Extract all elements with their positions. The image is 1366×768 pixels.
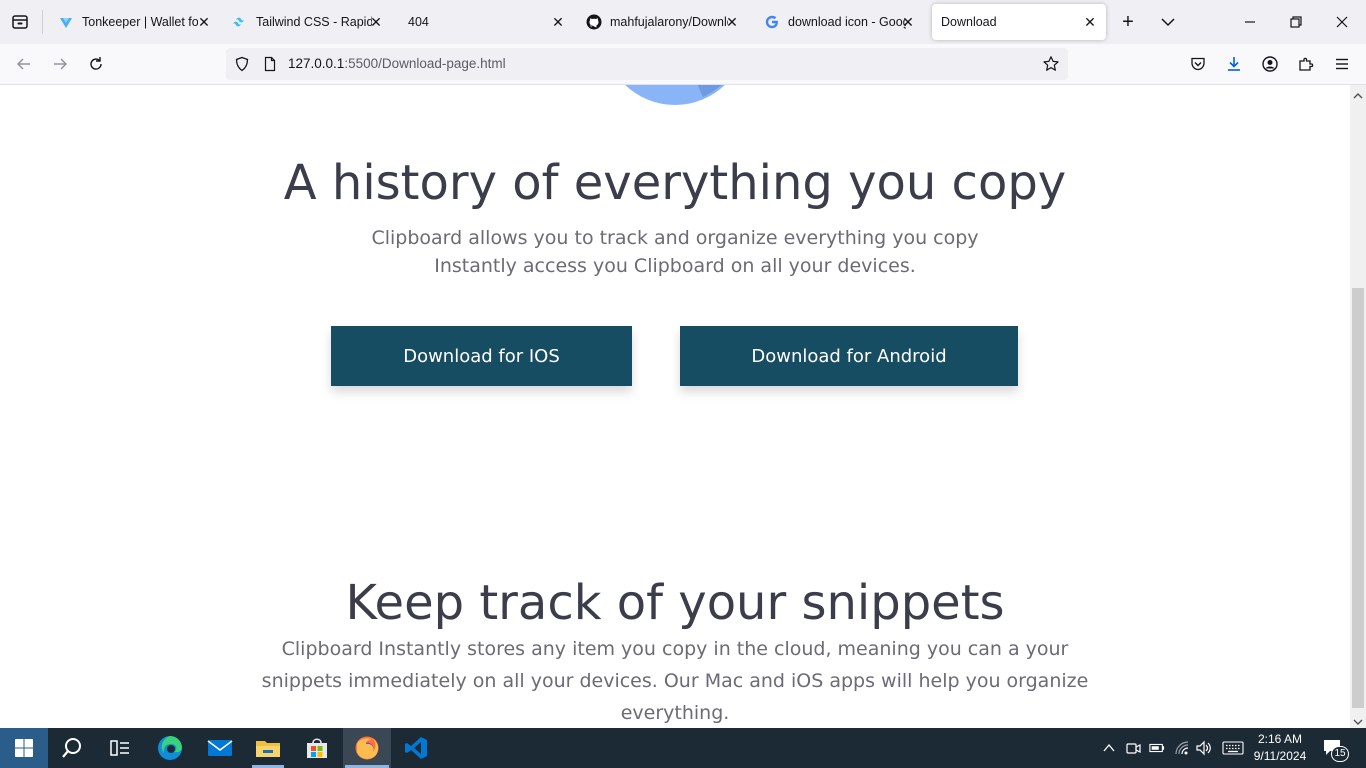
clock-date: 9/11/2024 xyxy=(1253,749,1307,763)
wifi-icon[interactable] xyxy=(1174,740,1190,756)
close-tab-icon[interactable]: ✕ xyxy=(900,14,916,30)
close-tab-icon[interactable]: ✕ xyxy=(724,14,740,30)
download-ios-button[interactable]: Download for IOS xyxy=(331,326,632,386)
page-viewport: A history of everything you copy Clipboa… xyxy=(0,85,1350,728)
scroll-up-icon[interactable] xyxy=(1353,88,1363,99)
tonkeeper-icon xyxy=(58,14,74,30)
store-icon[interactable] xyxy=(293,728,341,768)
google-icon xyxy=(764,14,780,30)
navigation-toolbar: 127.0.0.1:5500/Download-page.html xyxy=(0,44,1366,85)
vscode-icon[interactable] xyxy=(392,728,440,768)
tab-title: Download xyxy=(941,15,997,29)
downloads-icon[interactable] xyxy=(1222,52,1246,76)
file-explorer-icon[interactable] xyxy=(244,728,292,768)
restore-icon[interactable] xyxy=(1286,12,1306,32)
close-tab-icon[interactable]: ✕ xyxy=(1082,14,1098,30)
meet-now-icon[interactable] xyxy=(1125,740,1141,756)
close-window-icon[interactable] xyxy=(1332,12,1352,32)
start-windows-icon[interactable] xyxy=(0,728,48,768)
address-bar[interactable]: 127.0.0.1:5500/Download-page.html xyxy=(226,48,1068,80)
bookmark-star-icon[interactable] xyxy=(1042,55,1060,73)
tab-title: download icon - Googl xyxy=(788,15,906,29)
close-tab-icon[interactable]: ✕ xyxy=(368,14,384,30)
new-tab-icon[interactable]: + xyxy=(1118,11,1138,33)
pocket-icon[interactable] xyxy=(1186,52,1210,76)
notification-center-icon[interactable]: 15 xyxy=(1322,738,1350,762)
task-view-icon[interactable] xyxy=(96,728,144,768)
hamburger-menu-icon[interactable] xyxy=(1330,52,1354,76)
tab-title: Tonkeeper | Wallet for xyxy=(82,15,198,29)
tab-download-active[interactable]: Download ✕ xyxy=(932,4,1106,40)
firefox-view-icon[interactable] xyxy=(10,12,30,32)
windows-taskbar: 2:16 AM 9/11/2024 15 xyxy=(0,728,1366,768)
hero-illustration xyxy=(605,85,745,113)
notification-count-badge: 15 xyxy=(1331,746,1349,762)
tab-google[interactable]: download icon - Googl ✕ xyxy=(756,4,922,40)
show-hidden-icons-icon[interactable] xyxy=(1101,740,1117,756)
tab-title: mahfujalarony/Downlo xyxy=(610,15,728,29)
account-icon[interactable] xyxy=(1258,52,1282,76)
tab-tonkeeper[interactable]: Tonkeeper | Wallet for ✕ xyxy=(52,4,218,40)
scrollbar-thumb[interactable] xyxy=(1352,288,1364,708)
snippets-text-line1: Clipboard Instantly stores any item you … xyxy=(281,638,1069,660)
extensions-icon[interactable] xyxy=(1294,52,1318,76)
tailwind-icon xyxy=(232,14,248,30)
tab-strip: Tonkeeper | Wallet for ✕ Tailwind CSS - … xyxy=(0,0,1366,44)
shield-icon[interactable] xyxy=(234,56,250,72)
tab-github[interactable]: mahfujalarony/Downlo ✕ xyxy=(580,4,746,40)
back-icon[interactable] xyxy=(12,52,36,76)
close-tab-icon[interactable]: ✕ xyxy=(196,14,212,30)
keyboard-icon[interactable] xyxy=(1222,740,1244,756)
snippets-text-line2: snippets immediately on all your devices… xyxy=(261,670,1089,692)
history-subtext-line2: Instantly access you Clipboard on all yo… xyxy=(434,255,916,277)
snippets-heading: Keep track of your snippets xyxy=(345,575,1005,631)
tab-title: 404 xyxy=(408,15,429,29)
page-info-icon[interactable] xyxy=(262,56,278,72)
history-subtext-line1: Clipboard allows you to track and organi… xyxy=(371,227,979,249)
url-host: 127.0.0.1 xyxy=(288,56,345,71)
system-clock[interactable]: 2:16 AM 9/11/2024 xyxy=(1252,731,1308,765)
tab-separator xyxy=(42,10,43,34)
url-path: :5500/Download-page.html xyxy=(344,56,506,71)
forward-icon[interactable] xyxy=(48,52,72,76)
tab-404[interactable]: 404 ✕ xyxy=(398,4,572,40)
github-icon xyxy=(586,14,602,30)
tab-title: Tailwind CSS - Rapidly xyxy=(256,15,372,29)
history-heading: A history of everything you copy xyxy=(283,155,1067,211)
clock-time: 2:16 AM xyxy=(1257,732,1303,746)
list-all-tabs-icon[interactable] xyxy=(1158,12,1178,32)
volume-icon[interactable] xyxy=(1196,740,1212,756)
url-text[interactable]: 127.0.0.1:5500/Download-page.html xyxy=(288,56,506,71)
minimize-icon[interactable] xyxy=(1240,12,1260,32)
battery-icon[interactable] xyxy=(1149,740,1165,756)
reload-icon[interactable] xyxy=(84,52,108,76)
search-icon[interactable] xyxy=(48,728,96,768)
mail-icon[interactable] xyxy=(196,728,244,768)
firefox-icon[interactable] xyxy=(343,728,391,768)
snippets-text-line3: everything. xyxy=(620,702,730,724)
download-android-button[interactable]: Download for Android xyxy=(680,326,1018,386)
tab-tailwind[interactable]: Tailwind CSS - Rapidly ✕ xyxy=(224,4,390,40)
close-tab-icon[interactable]: ✕ xyxy=(550,14,566,30)
scroll-down-icon[interactable] xyxy=(1353,714,1363,725)
edge-icon[interactable] xyxy=(146,728,194,768)
